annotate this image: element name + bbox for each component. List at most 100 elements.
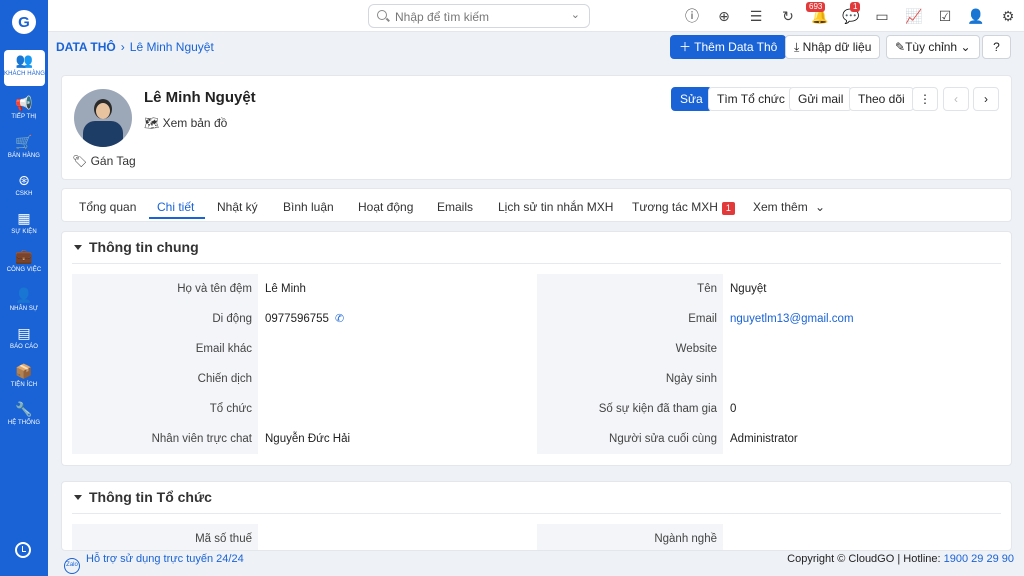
chevron-left-icon: ‹	[954, 92, 958, 106]
field-value: Nguyệt	[730, 283, 767, 295]
chevron-down-icon: ⌄	[815, 200, 826, 214]
tab-emails[interactable]: Emails	[437, 200, 473, 214]
assign-tag-link[interactable]: 🏷 Gán Tag	[72, 154, 136, 168]
sidebar-item-label: BÁN HÀNG	[7, 153, 41, 159]
chart-icon[interactable]: 📈	[904, 6, 924, 26]
section-title[interactable]: Thông tin chung	[74, 239, 199, 255]
bell-icon[interactable]: 🔔 693	[806, 2, 830, 26]
sidebar-item-tiep-thi[interactable]: 📢 TIẾP THỊ	[0, 93, 48, 129]
tab-more[interactable]: Xem thêm ⌄	[753, 200, 825, 214]
field-value	[258, 394, 265, 424]
prev-record-button[interactable]: ‹	[943, 87, 969, 111]
notification-badge: 693	[806, 2, 826, 12]
box-icon: 📦	[15, 363, 33, 379]
breadcrumb-root[interactable]: DATA THÔ	[56, 40, 116, 54]
briefcase-icon: 💼	[15, 248, 33, 264]
send-mail-button[interactable]: Gửi mail	[789, 87, 853, 111]
sidebar-item-label: TIẾP THỊ	[11, 114, 37, 120]
help-button[interactable]: ?	[982, 35, 1011, 59]
phone-value: 0977596755	[265, 313, 329, 325]
tab-social-history[interactable]: Lịch sử tin nhắn MXH	[498, 200, 613, 214]
add-data-button[interactable]: ＋ Thêm Data Thô	[670, 35, 787, 59]
alert-icon[interactable]: ⓘ	[682, 6, 702, 26]
field-label: Tổ chức	[72, 394, 258, 424]
sidebar-item-tien-ich[interactable]: 📦 TIỆN ÍCH	[0, 361, 48, 397]
list-icon[interactable]: ☰	[746, 6, 766, 26]
follow-button[interactable]: Theo dõi	[849, 87, 914, 111]
tab-bar: Tổng quan Chi tiết Nhật ký Bình luận Hoạ…	[61, 188, 1012, 222]
sidebar: G 👥 KHÁCH HÀNG 📢 TIẾP THỊ 🛒 BÁN HÀNG ⊛ C…	[0, 0, 48, 576]
section-title[interactable]: Thông tin Tổ chức	[74, 489, 212, 505]
users-icon: 👥	[15, 52, 34, 68]
customize-label: Tùy chỉnh	[905, 40, 958, 54]
caret-down-icon	[74, 495, 82, 500]
add-circle-icon[interactable]: ⊕	[714, 6, 734, 26]
field-value	[258, 334, 265, 364]
pencil-icon: ✎	[895, 40, 906, 54]
email-link[interactable]: nguyetlm13@gmail.com	[730, 313, 854, 325]
hotline-number[interactable]: 1900 29 29 90	[944, 553, 1014, 565]
field-label: Di động	[72, 304, 258, 334]
gear-icon[interactable]: ⚙	[998, 6, 1018, 26]
refresh-icon[interactable]: ↻	[778, 6, 798, 26]
view-map-link[interactable]: 🗺 Xem bản đồ	[144, 116, 227, 130]
caret-down-icon	[74, 245, 82, 250]
field-label: Người sửa cuối cùng	[537, 424, 723, 454]
tab-overview[interactable]: Tổng quan	[79, 200, 136, 214]
tab-details[interactable]: Chi tiết	[157, 200, 194, 214]
app-logo[interactable]: G	[12, 10, 36, 34]
user-icon[interactable]: 👤	[966, 6, 986, 26]
find-org-button[interactable]: Tìm Tổ chức	[708, 87, 794, 111]
download-icon: ⤓	[794, 40, 800, 54]
field-value	[723, 524, 730, 550]
sidebar-item-bao-cao[interactable]: ▤ BÁO CÁO	[0, 323, 48, 359]
global-search[interactable]: Nhập để tìm kiếm ⌄	[368, 4, 590, 28]
tag-icon: 🏷	[72, 154, 88, 168]
sidebar-item-su-kien[interactable]: ▦ SỰ KIỆN	[0, 208, 48, 244]
sidebar-item-label: KHÁCH HÀNG	[4, 71, 46, 77]
customize-button[interactable]: ✎Tùy chỉnh ⌄	[886, 35, 980, 59]
support-text: Hỗ trợ sử dụng trực tuyến 24/24	[86, 553, 244, 565]
phone-icon[interactable]: ✆	[335, 313, 344, 325]
sidebar-item-cskh[interactable]: ⊛ CSKH	[0, 170, 48, 206]
import-label: Nhập dữ liệu	[802, 40, 872, 54]
more-actions-button[interactable]: ⋮	[912, 87, 938, 111]
chevron-down-icon[interactable]: ⌄	[571, 8, 580, 21]
map-icon: 🗺	[144, 116, 160, 130]
field-value	[723, 334, 730, 364]
field-value: Lê Minh	[265, 283, 306, 295]
field-label: Ngành nghề	[537, 524, 723, 550]
sidebar-item-he-thong[interactable]: 🔧 HỆ THỐNG	[0, 399, 48, 435]
avatar	[74, 89, 132, 147]
tab-log[interactable]: Nhật ký	[217, 200, 258, 214]
tab-activity[interactable]: Hoạt động	[358, 200, 413, 214]
tab-social-interaction[interactable]: Tương tác MXH 1	[632, 200, 735, 215]
field-value	[258, 524, 265, 550]
top-bar: Nhập để tìm kiếm ⌄ ⓘ ⊕ ☰ ↻ 🔔 693 💬 1 ▭ 📈…	[48, 0, 1024, 32]
support-link[interactable]: Zalo Hỗ trợ sử dụng trực tuyến 24/24	[64, 553, 244, 574]
active-tab-indicator	[149, 217, 205, 219]
edit-button[interactable]: Sửa	[671, 87, 712, 111]
person-icon: 👤	[15, 287, 33, 303]
sidebar-item-ban-hang[interactable]: 🛒 BÁN HÀNG	[0, 132, 48, 168]
chevron-right-icon: ›	[984, 92, 988, 106]
clock-icon[interactable]	[15, 542, 31, 558]
report-icon: ▤	[17, 325, 31, 341]
sidebar-item-cong-viec[interactable]: 💼 CÔNG VIỆC	[0, 246, 48, 282]
sidebar-item-label: CÔNG VIỆC	[6, 267, 42, 273]
next-record-button[interactable]: ›	[973, 87, 999, 111]
import-button[interactable]: ⤓ Nhập dữ liệu	[785, 35, 881, 59]
chevron-down-icon: ⌄	[960, 40, 971, 54]
search-input[interactable]: Nhập để tìm kiếm	[395, 10, 489, 24]
chat-icon[interactable]: 💬 1	[841, 2, 861, 26]
tab-comments[interactable]: Bình luận	[283, 200, 334, 214]
sidebar-item-khach-hang[interactable]: 👥 KHÁCH HÀNG	[4, 50, 45, 86]
checkbox-icon[interactable]: ☑	[935, 6, 955, 26]
sidebar-item-nhan-su[interactable]: 👤 NHÂN SỰ	[0, 285, 48, 321]
chat-badge: 1	[850, 2, 861, 12]
org-info-section: Thông tin Tổ chức Mã số thuế Ngành nghề	[61, 481, 1012, 551]
calendar-icon: ▦	[17, 210, 31, 226]
sidebar-item-label: HỆ THỐNG	[7, 420, 41, 426]
section-title-text: Thông tin chung	[89, 239, 199, 255]
calendar-icon[interactable]: ▭	[872, 6, 892, 26]
